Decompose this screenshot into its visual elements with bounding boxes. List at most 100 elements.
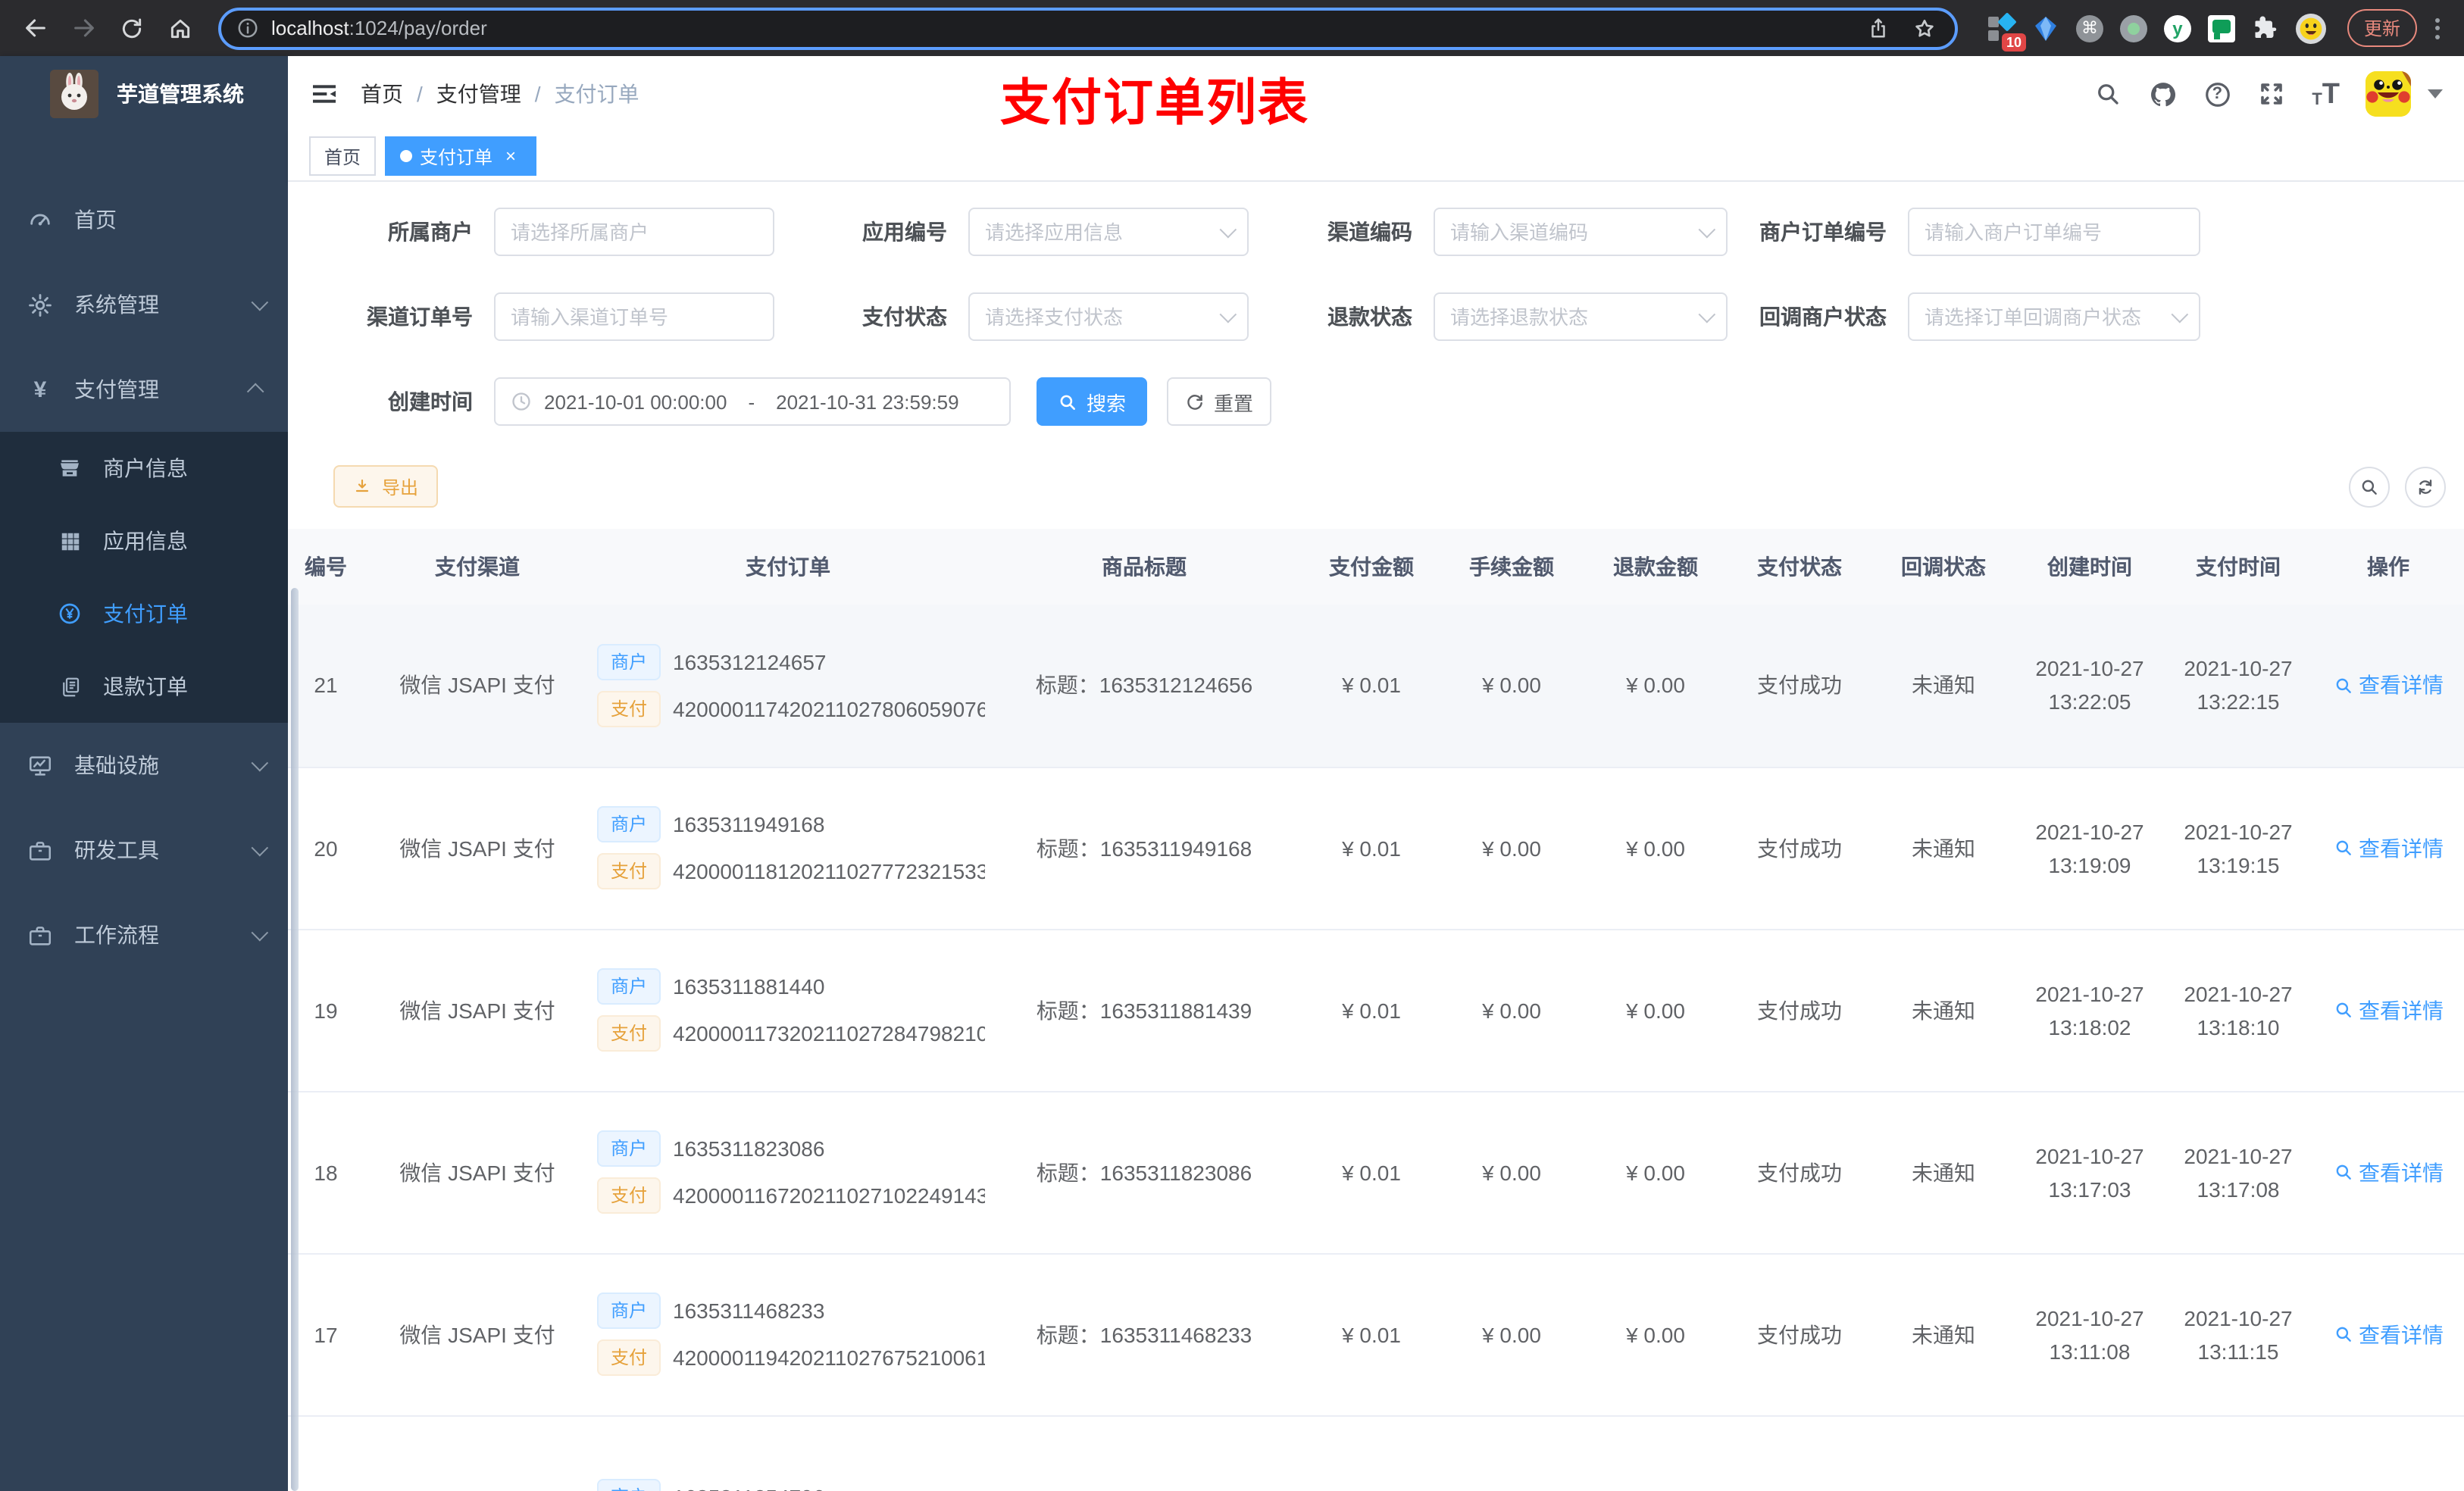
- merchant-input[interactable]: [511, 220, 758, 243]
- font-size-icon[interactable]: TT: [2312, 80, 2340, 108]
- channel-order-no-field[interactable]: [494, 292, 774, 341]
- chat-extension-icon[interactable]: [2207, 14, 2235, 42]
- view-detail-link[interactable]: 查看详情: [2333, 995, 2444, 1025]
- sidebar-item-refund-order[interactable]: 退款订单: [0, 650, 288, 723]
- tags-view: 首页 支付订单 ×: [288, 132, 2464, 182]
- chevron-down-icon: [251, 924, 269, 942]
- sidebar-item-payment[interactable]: ¥ 支付管理: [0, 347, 288, 432]
- merchant-order-no-field[interactable]: [1908, 208, 2200, 256]
- forward-icon[interactable]: [64, 8, 103, 48]
- col-notify-status: 回调状态: [1871, 529, 2015, 605]
- home-icon[interactable]: [161, 8, 200, 48]
- command-extension-icon[interactable]: ⌘: [2075, 14, 2103, 42]
- document-icon: [58, 674, 82, 699]
- browser-update-button[interactable]: 更新: [2347, 9, 2417, 47]
- table-row: 21 微信 JSAPI 支付 商户 1635312124657 支付 4200001…: [288, 605, 2464, 767]
- puzzle-extension-icon[interactable]: [2252, 14, 2279, 42]
- sidebar-item-pay-order[interactable]: 支付订单: [0, 577, 288, 650]
- pay-tag: 支付: [597, 1015, 661, 1052]
- extension-badge-count: 10: [2001, 33, 2026, 51]
- table-refresh-button[interactable]: [2405, 466, 2446, 507]
- table-header-row: 编号 支付渠道 支付订单 商品标题 支付金额 手续金额 退款金额 支付状态 回调…: [288, 529, 2464, 605]
- breadcrumb-payment[interactable]: 支付管理: [436, 79, 521, 109]
- extension-badge-icon[interactable]: 10: [1987, 11, 2026, 51]
- fullscreen-icon[interactable]: [2257, 80, 2286, 108]
- breadcrumb-home[interactable]: 首页: [361, 79, 403, 109]
- url-bar[interactable]: localhost:1024/pay/order: [218, 7, 1958, 49]
- grid-icon: [58, 529, 82, 553]
- sidebar-logo[interactable]: 芋道管理系统: [0, 56, 288, 132]
- chevron-down-icon: [251, 754, 269, 772]
- bookmark-star-icon[interactable]: [1911, 14, 1940, 42]
- extensions-area: 10 ⌘ y: [1976, 11, 2338, 51]
- app-input[interactable]: [985, 220, 1211, 243]
- site-info-icon[interactable]: [236, 17, 259, 39]
- export-button[interactable]: 导出: [333, 465, 439, 508]
- app-select[interactable]: [968, 208, 1249, 256]
- date-end[interactable]: 2021-10-31 23:59:59: [776, 390, 958, 413]
- chevron-down-icon: [251, 839, 269, 857]
- chevron-down-icon: [1219, 220, 1237, 239]
- help-icon[interactable]: ?: [2203, 80, 2231, 108]
- table-row: 19 微信 JSAPI 支付 商户 1635311881440 支付 4200001…: [288, 929, 2464, 1092]
- briefcase-icon: [27, 922, 53, 948]
- browser-menu-icon[interactable]: [2426, 17, 2449, 39]
- reset-button[interactable]: 重置: [1167, 377, 1271, 426]
- sidebar-item-home[interactable]: 首页: [0, 177, 288, 262]
- dot-extension-icon[interactable]: [2119, 14, 2147, 42]
- clock-icon: [511, 391, 532, 412]
- sidebar-item-workflow[interactable]: 工作流程: [0, 892, 288, 977]
- notify-status-select[interactable]: [1908, 292, 2200, 341]
- avatar-caret-icon[interactable]: [2428, 89, 2443, 98]
- filter-channel-order-no: 渠道订单号: [288, 292, 774, 341]
- pay-status-input[interactable]: [985, 305, 1211, 328]
- view-detail-link[interactable]: 查看详情: [2333, 833, 2444, 863]
- merchant-select[interactable]: [494, 208, 774, 256]
- active-dot: [400, 150, 413, 162]
- channel-code-input[interactable]: [1450, 220, 1690, 243]
- sidebar-item-merchant-info[interactable]: 商户信息: [0, 432, 288, 505]
- col-id: 编号: [288, 529, 364, 605]
- search-icon: [2333, 676, 2353, 695]
- search-icon: [1058, 392, 1077, 411]
- kite-extension-icon[interactable]: [2032, 14, 2059, 42]
- sidebar-item-app-info[interactable]: 应用信息: [0, 505, 288, 577]
- reload-icon[interactable]: [112, 8, 152, 48]
- col-fee: 手续金额: [1440, 529, 1584, 605]
- channel-code-select[interactable]: [1434, 208, 1728, 256]
- notify-status-input[interactable]: [1925, 305, 2162, 328]
- url-host: localhost: [271, 17, 349, 39]
- date-range-picker[interactable]: 2021-10-01 00:00:00 - 2021-10-31 23:59:5…: [494, 377, 1011, 426]
- url-path: :1024/pay/order: [349, 17, 487, 39]
- refund-status-input[interactable]: [1450, 305, 1690, 328]
- table-search-button[interactable]: [2349, 466, 2390, 507]
- tag-close-icon[interactable]: ×: [500, 145, 521, 167]
- refund-status-select[interactable]: [1434, 292, 1728, 341]
- share-icon[interactable]: [1864, 14, 1893, 42]
- date-start[interactable]: 2021-10-01 00:00:00: [544, 390, 727, 413]
- header-search-icon[interactable]: [2093, 80, 2122, 108]
- briefcase-icon: [27, 837, 53, 863]
- sidebar-toggle-icon[interactable]: [309, 79, 339, 109]
- tag-home[interactable]: 首页: [309, 136, 377, 176]
- sidebar-item-infra[interactable]: 基础设施: [0, 723, 288, 808]
- view-detail-link[interactable]: 查看详情: [2333, 1319, 2444, 1349]
- emoji-avatar-icon[interactable]: [2295, 13, 2326, 43]
- user-avatar[interactable]: [2366, 71, 2411, 117]
- sidebar-item-system[interactable]: 系统管理: [0, 262, 288, 347]
- view-detail-link[interactable]: 查看详情: [2333, 1157, 2444, 1187]
- view-detail-link[interactable]: 查看详情: [2333, 670, 2444, 701]
- chevron-down-icon: [2171, 305, 2189, 324]
- github-icon[interactable]: [2148, 80, 2177, 108]
- filter-merchant: 所属商户: [288, 208, 774, 256]
- pay-status-select[interactable]: [968, 292, 1249, 341]
- search-button[interactable]: 搜索: [1037, 377, 1147, 426]
- channel-order-no-input[interactable]: [511, 305, 758, 328]
- table-row: 20 微信 JSAPI 支付 商户 1635311949168 支付 4200001…: [288, 767, 2464, 930]
- tag-pay-order[interactable]: 支付订单 ×: [385, 136, 537, 176]
- merchant-order-no-input[interactable]: [1925, 220, 2184, 243]
- y-extension-icon[interactable]: y: [2163, 14, 2191, 42]
- sidebar-item-dev-tools[interactable]: 研发工具: [0, 808, 288, 892]
- back-icon[interactable]: [15, 8, 55, 48]
- breadcrumb: 首页 / 支付管理 / 支付订单: [361, 79, 639, 109]
